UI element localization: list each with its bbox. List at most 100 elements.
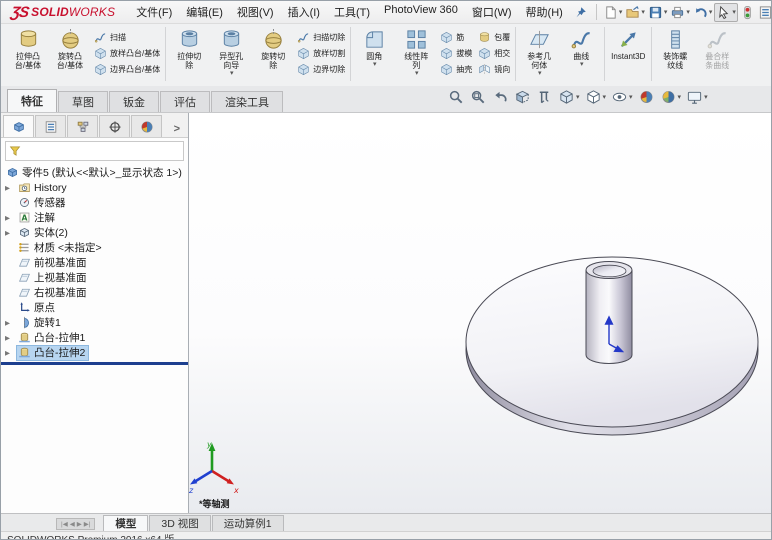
ribbon-mirror-button[interactable]: 镜向	[475, 61, 513, 77]
tree-item-history[interactable]: ▶ History	[1, 180, 188, 195]
expand-arrow-icon[interactable]: ▶	[5, 214, 17, 222]
tree-item-annotations[interactable]: ▶ 注解	[1, 210, 188, 225]
select-button[interactable]: ▾	[714, 2, 738, 22]
menu-item-文件(F)[interactable]: 文件(F)	[129, 1, 179, 23]
pin-icon[interactable]	[574, 6, 587, 19]
tree-item-solid-bodies[interactable]: ▶ 实体(2)	[1, 225, 188, 240]
tab-scroll-buttons[interactable]: |◀ ◀ ▶ ▶|	[56, 518, 96, 530]
menu-item-编辑(E)[interactable]: 编辑(E)	[179, 1, 230, 23]
tree-item-boss-extrude1-label: 凸台-拉伸1	[34, 332, 86, 344]
tree-item-material[interactable]: 材质 <未指定>	[1, 240, 188, 255]
expand-arrow-icon[interactable]: ▶	[5, 349, 17, 357]
ribbon-reference-geometry-button[interactable]: 参考几 何体 ▾	[518, 27, 560, 77]
panel-expand-arrow[interactable]: >	[168, 123, 186, 137]
model-canvas[interactable]: y x z	[189, 113, 771, 513]
tree-item-right-plane[interactable]: 右视基准面	[1, 285, 188, 300]
doc-tab-3D 视图[interactable]: 3D 视图	[149, 515, 211, 531]
section-view-button[interactable]	[513, 88, 532, 107]
solidworks-window: ƷS SOLIDWORKS 文件(F) 编辑(E) 视图(V) 插入(I) 工具(T) P…	[0, 0, 772, 540]
menu-item-PhotoView 360[interactable]: PhotoView 360	[377, 1, 465, 23]
file-properties-button[interactable]	[757, 4, 771, 21]
doc-tab-运动算例1[interactable]: 运动算例1	[211, 515, 284, 531]
print-button[interactable]: ▾	[669, 4, 691, 21]
ribbon-intersect-button[interactable]: 相交	[475, 45, 513, 61]
display-style-button[interactable]: ▾	[584, 88, 608, 107]
menu-item-窗口(W)[interactable]: 窗口(W)	[465, 1, 519, 23]
ribbon-instant3d-button[interactable]: Instant3D	[607, 27, 649, 61]
menu-item-帮助(H)[interactable]: 帮助(H)	[519, 1, 570, 23]
measure-button[interactable]	[535, 88, 554, 107]
ribbon-shell-button[interactable]: 抽壳	[437, 61, 475, 77]
tab-scroll-3[interactable]: ▶|	[84, 520, 91, 528]
model-cylinder-hole[interactable]	[592, 264, 627, 278]
tree-item-boss-extrude2[interactable]: ▶ 凸台-拉伸2	[1, 344, 188, 361]
filter-input[interactable]	[5, 141, 184, 161]
ribbon-extruded-boss-base-button[interactable]: 拉伸凸 台/基体	[7, 27, 49, 70]
ribbon-boundary-cut-button[interactable]: 边界切除	[294, 61, 348, 77]
ribbon-revolved-cut-button[interactable]: 旋转切除	[252, 27, 294, 70]
save-button[interactable]: ▾	[647, 4, 669, 21]
tab-scroll-0[interactable]: |◀	[61, 520, 68, 528]
panel-tab-display-manager[interactable]	[131, 115, 162, 137]
view-settings-button[interactable]: ▾	[685, 88, 709, 107]
tree-item-revolve1[interactable]: ▶ 旋转1	[1, 315, 188, 330]
apply-scene-button[interactable]: ▾	[659, 88, 683, 107]
hide-show-items-button[interactable]: ▾	[610, 88, 634, 107]
tab-评估[interactable]: 评估	[160, 91, 210, 112]
tree-item-origin[interactable]: 原点	[1, 300, 188, 315]
previous-view-button[interactable]	[491, 88, 510, 107]
ribbon-lofted-boss-button[interactable]: 放样凸台/基体	[91, 45, 163, 61]
zoom-to-fit-button[interactable]	[447, 88, 466, 107]
tab-特征[interactable]: 特征	[7, 89, 57, 112]
ribbon-swept-cut-button[interactable]: 扫描切除	[294, 29, 348, 45]
ribbon-wrap-button[interactable]: 包覆	[475, 29, 513, 45]
tree-item-part-root[interactable]: 零件5 (默认<<默认>_显示状态 1>)	[1, 165, 188, 180]
ribbon-hole-wizard-button[interactable]: 异型孔 向导 ▾	[210, 27, 252, 77]
tree-item-front-plane[interactable]: 前视基准面	[1, 255, 188, 270]
ribbon-fillet-button[interactable]: 圆角 ▾	[353, 27, 395, 68]
ribbon-cosmetic-thread-button[interactable]: 装饰螺 纹线	[654, 27, 696, 70]
view-orientation-button[interactable]: ▾	[557, 88, 581, 107]
menu-item-视图(V)[interactable]: 视图(V)	[230, 1, 281, 23]
open-button[interactable]: ▾	[624, 4, 646, 21]
ribbon-extruded-cut-button[interactable]: 拉伸切除	[168, 27, 210, 70]
ribbon-draft-button[interactable]: 拔模	[437, 45, 475, 61]
tab-scroll-2[interactable]: ▶	[77, 520, 82, 528]
expand-arrow-icon[interactable]: ▶	[5, 229, 17, 237]
ribbon-revolved-boss-base-button[interactable]: 旋转凸 台/基体	[49, 27, 91, 70]
new-document-button[interactable]: ▾	[602, 4, 624, 21]
tree-item-boss-extrude1[interactable]: ▶ 凸台-拉伸1	[1, 330, 188, 345]
expand-arrow-icon[interactable]: ▶	[5, 184, 17, 192]
rebuild-button[interactable]	[739, 4, 756, 21]
tree-item-top-plane[interactable]: 上视基准面	[1, 270, 188, 285]
extrude-icon	[18, 346, 31, 359]
ribbon-linear-pattern-button[interactable]: 线性阵列 ▾	[395, 27, 437, 77]
graphics-viewport[interactable]: y x z *等轴测	[189, 113, 771, 513]
rollback-bar[interactable]	[1, 362, 188, 365]
tab-钣金[interactable]: 钣金	[109, 91, 159, 112]
panel-tab-configuration-manager[interactable]	[67, 115, 98, 137]
panel-tab-dimxpert-manager[interactable]	[99, 115, 130, 137]
tab-scroll-1[interactable]: ◀	[70, 520, 75, 528]
ribbon-cosmetic-thread-label: 装饰螺 纹线	[663, 52, 688, 70]
ribbon-swept-boss-button[interactable]: 扫描	[91, 29, 163, 45]
edit-appearance-button[interactable]	[637, 88, 656, 107]
expand-arrow-icon[interactable]: ▶	[5, 334, 17, 342]
expand-arrow-icon[interactable]: ▶	[5, 319, 17, 327]
doc-tab-模型[interactable]: 模型	[103, 515, 149, 531]
ribbon-rib-button[interactable]: 筋	[437, 29, 475, 45]
tab-草图[interactable]: 草图	[58, 91, 108, 112]
panel-tab-feature-manager[interactable]	[3, 115, 34, 137]
ribbon-curves-button[interactable]: 曲线 ▾	[560, 27, 602, 68]
menu-item-工具(T)[interactable]: 工具(T)	[327, 1, 377, 23]
wrap-icon	[478, 31, 491, 44]
ribbon-lofted-cut-button[interactable]: 放样切割	[294, 45, 348, 61]
tab-渲染工具[interactable]: 渲染工具	[211, 91, 283, 112]
zoom-to-area-button[interactable]	[469, 88, 488, 107]
ribbon-boundary-boss-button[interactable]: 边界凸台/基体	[91, 61, 163, 77]
panel-tab-property-manager[interactable]	[35, 115, 66, 137]
tree-item-sensors[interactable]: 传感器	[1, 195, 188, 210]
undo-button[interactable]: ▾	[692, 4, 714, 21]
ribbon-composite-curve-label: 叠合样 条曲线	[705, 52, 730, 70]
menu-item-插入(I)[interactable]: 插入(I)	[281, 1, 327, 23]
